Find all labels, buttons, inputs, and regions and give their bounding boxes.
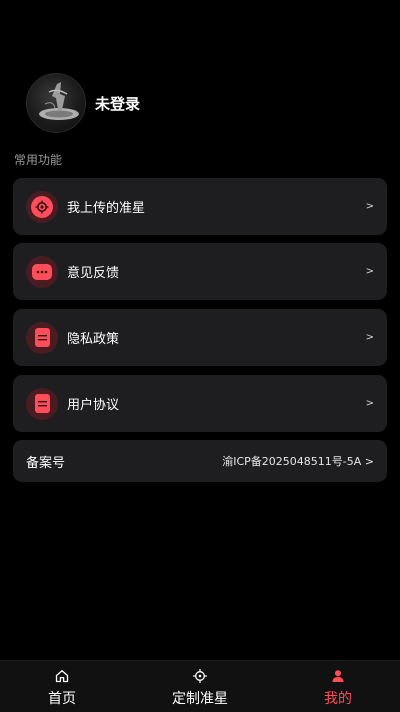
crosshair-icon [193,668,207,684]
menu-item-label: 隐私政策 [67,332,120,347]
tab-label: 我的 [324,691,352,707]
menu-item-label: 用户协议 [67,398,120,413]
tab-label: 首页 [48,691,76,707]
menu-item-privacy-policy[interactable]: 隐私政策 > [13,309,387,366]
profile-page: 未登录 常用功能 我上传的准星 > 意见反馈 > 隐私政策 > 用户协议 > 备… [0,0,400,712]
profile-header[interactable]: 未登录 [26,73,140,133]
icp-record-value[interactable]: 渝ICP备2025048511号-5A > [222,453,374,469]
user-icon [331,668,345,684]
chat-bubble-icon [26,255,58,288]
tab-label: 定制准星 [172,691,228,707]
menu-item-label: 意见反馈 [67,266,120,281]
icp-record-row[interactable]: 备案号 渝ICP备2025048511号-5A > [13,440,387,482]
menu-item-my-uploads[interactable]: 我上传的准星 > [13,178,387,235]
menu-item-feedback[interactable]: 意见反馈 > [13,243,387,300]
icp-record-label: 备案号 [26,455,66,471]
tab-custom-crosshair[interactable]: 定制准星 [163,661,237,712]
menu-item-user-agreement[interactable]: 用户协议 > [13,375,387,432]
chevron-right-icon: > [365,201,374,212]
bottom-tab-bar: 首页 定制准星 我的 [0,660,400,712]
document-icon [26,387,58,420]
avatar[interactable] [26,73,86,133]
username[interactable]: 未登录 [95,93,140,114]
menu-item-label: 我上传的准星 [67,201,146,216]
chevron-right-icon: > [365,332,374,343]
chevron-right-icon: > [365,398,374,409]
tab-mine[interactable]: 我的 [313,661,363,712]
crosshair-upload-icon [26,190,58,223]
tab-home[interactable]: 首页 [36,661,88,712]
section-title: 常用功能 [14,153,63,167]
document-icon [26,321,58,354]
chevron-right-icon: > [365,266,374,277]
home-icon [55,668,69,684]
